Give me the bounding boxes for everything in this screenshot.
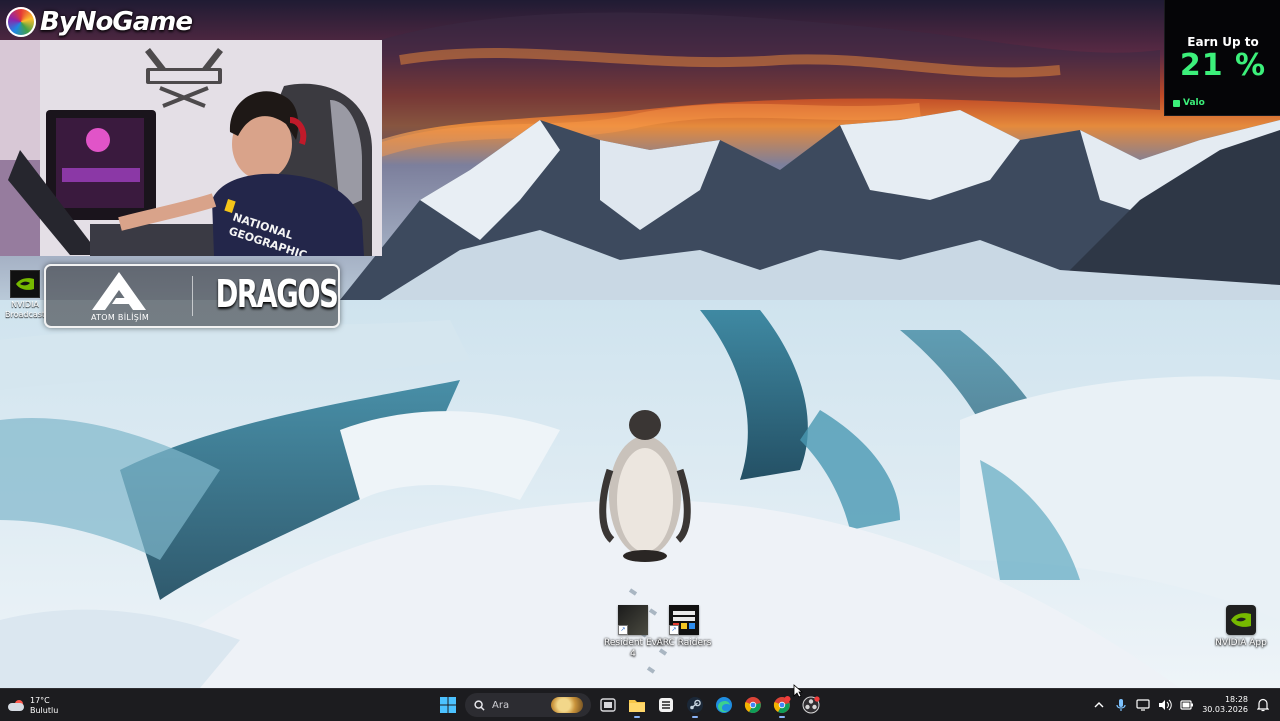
search-icon [474,699,485,711]
promo-headline: Earn Up to [1187,35,1259,49]
edge-button[interactable] [712,693,736,717]
chrome-icon [744,697,761,713]
sponsor-box: ATOM BİLİŞİM DRAGOS [44,264,340,328]
notifications-button[interactable] [1256,698,1270,712]
volume-button[interactable] [1158,698,1172,712]
weather-widget[interactable]: 17°C Bulutlu [8,693,58,719]
arc-raiders-icon: ↗ [669,605,699,635]
nvidia-broadcast-label: NVIDIA Broadcast [4,300,46,319]
desktop-icon-label: ARC Raiders [656,638,712,648]
taskbar-apps: Ara [436,692,823,718]
atom-bilisim-logo-icon [92,272,146,310]
snipping-tool-icon [659,698,673,712]
shortcut-arrow-icon: ↗ [669,625,679,635]
nvidia-app-icon [1226,605,1256,635]
channel-logo: ByNoGame [6,4,193,40]
show-hidden-icons-button[interactable] [1092,698,1106,712]
task-view-icon [600,698,616,712]
clock[interactable]: 18:28 30.03.2026 [1202,695,1248,715]
file-explorer-icon [629,700,645,712]
sponsor-divider [192,276,193,316]
search-highlight-icon [551,697,583,713]
valo-logo-icon [1173,99,1180,107]
network-icon [1136,699,1150,711]
sponsor-strip: NVIDIA Broadcast ATOM BİLİŞİM DRAGOS [0,262,342,328]
promo-widget: Earn Up to 21 % Valo [1164,0,1280,116]
clock-date: 30.03.2026 [1202,705,1248,714]
mouse-cursor-icon [793,684,803,698]
atom-bilisim-label: ATOM BİLİŞİM [90,313,150,322]
network-button[interactable] [1136,698,1150,712]
chrome-button[interactable] [741,693,765,717]
promo-brand: Valo [1173,98,1205,108]
webcam-scene: NATIONAL GEOGRAPHIC [0,40,382,256]
steam-button[interactable] [683,693,707,718]
clock-time: 18:28 [1224,695,1248,704]
start-icon [440,697,456,713]
chrome-profile-icon [773,696,791,713]
nvidia-logo-icon [10,270,40,298]
weather-condition: Bulutlu [30,706,59,715]
webcam-overlay: NATIONAL GEOGRAPHIC [0,40,382,256]
battery-button[interactable] [1180,698,1194,712]
obs-icon [802,696,820,714]
search-placeholder: Ara [492,699,510,711]
chevron-up-icon [1094,702,1104,708]
weather-icon [8,700,24,712]
start-button[interactable] [436,693,460,717]
weather-temperature: 17°C [30,696,50,705]
channel-logo-text: ByNoGame [40,7,193,37]
dragos-logo: DRAGOS [215,272,339,316]
battery-icon [1180,700,1194,710]
desktop-icon-arc-raiders[interactable]: ↗ ARC Raiders [651,605,717,649]
shortcut-arrow-icon: ↗ [618,625,628,635]
promo-value: 21 % [1179,48,1267,83]
resident-evil-4-icon: ↗ [618,605,648,635]
system-tray: 18:28 30.03.2026 [1092,692,1280,718]
bell-icon [1257,698,1269,712]
chrome-profile-button[interactable] [770,693,794,718]
file-explorer-button[interactable] [625,693,649,718]
channel-logo-icon [6,7,36,37]
microphone-icon [1116,699,1126,711]
desktop-icon-nvidia-app[interactable]: NVIDIA App [1208,605,1274,649]
volume-icon [1159,699,1172,711]
promo-brand-label: Valo [1183,98,1205,108]
desktop-icon-label: NVIDIA App [1215,638,1267,648]
nvidia-broadcast-badge: NVIDIA Broadcast [4,270,46,320]
task-view-button[interactable] [596,693,620,717]
steam-icon [687,697,703,713]
microphone-button[interactable] [1114,698,1128,712]
search-box[interactable]: Ara [465,693,591,717]
taskbar: 17°C Bulutlu Ara 18:28 30.03.2026 [0,688,1280,721]
snipping-tool-button[interactable] [654,693,678,717]
edge-icon [716,697,732,713]
